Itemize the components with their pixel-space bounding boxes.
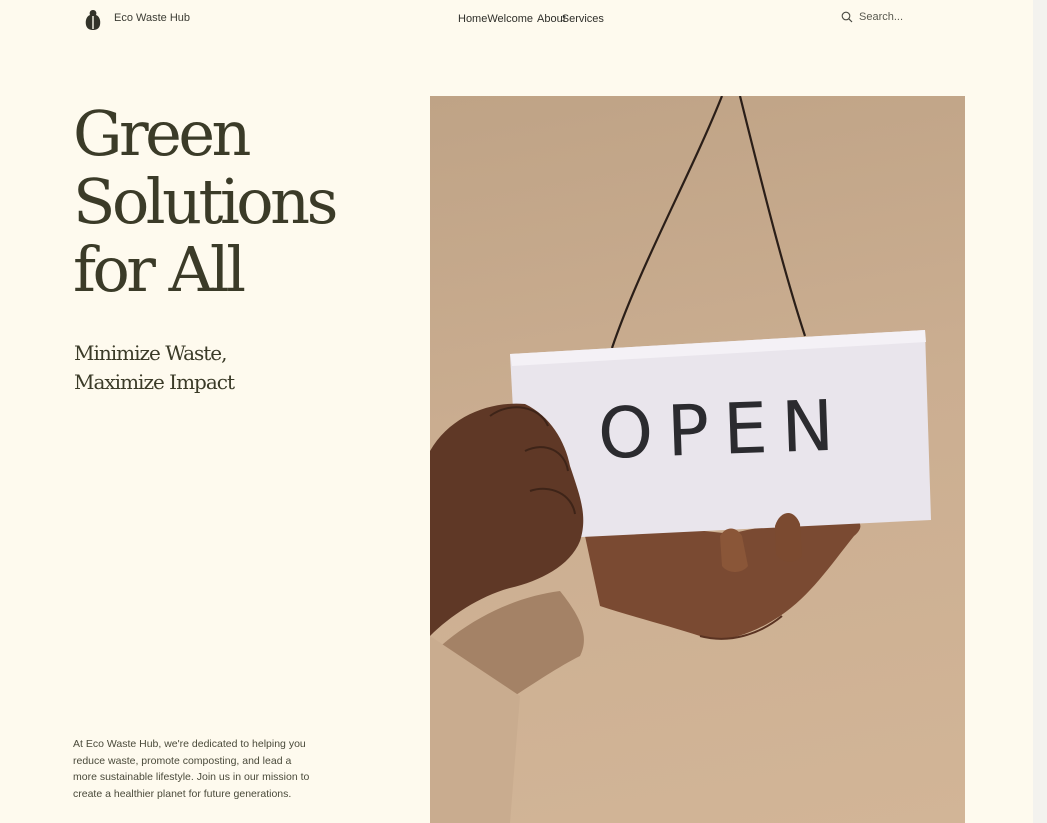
hero-title-line: for All <box>73 233 246 306</box>
sign-text: OPEN <box>596 384 850 475</box>
hero-title-line: Green <box>73 97 251 170</box>
nav-welcome[interactable]: Welcome <box>487 13 533 25</box>
hero-subtitle-line: Maximize Impact <box>74 370 235 394</box>
hero-title: Green Solutions for All <box>73 100 373 304</box>
hero-subtitle-line: Minimize Waste, <box>74 341 227 365</box>
hero-subtitle: Minimize Waste, Maximize Impact <box>74 339 334 397</box>
scrollbar[interactable] <box>1033 0 1047 823</box>
page: Eco Waste Hub Home Welcome About Service… <box>0 0 1033 823</box>
hero-image: OPEN <box>430 96 965 823</box>
search-bar[interactable]: Search... <box>841 11 903 23</box>
nav-services[interactable]: Services <box>562 13 604 25</box>
leaf-logo-icon[interactable] <box>84 9 102 31</box>
hero-title-line: Solutions <box>73 165 338 238</box>
nav-home[interactable]: Home <box>458 13 487 25</box>
about-paragraph: At Eco Waste Hub, we're dedicated to hel… <box>73 738 310 801</box>
search-icon <box>841 11 853 23</box>
brand-name[interactable]: Eco Waste Hub <box>114 12 190 24</box>
search-input[interactable]: Search... <box>859 11 903 23</box>
main-nav: Home Welcome About Services <box>458 13 604 25</box>
